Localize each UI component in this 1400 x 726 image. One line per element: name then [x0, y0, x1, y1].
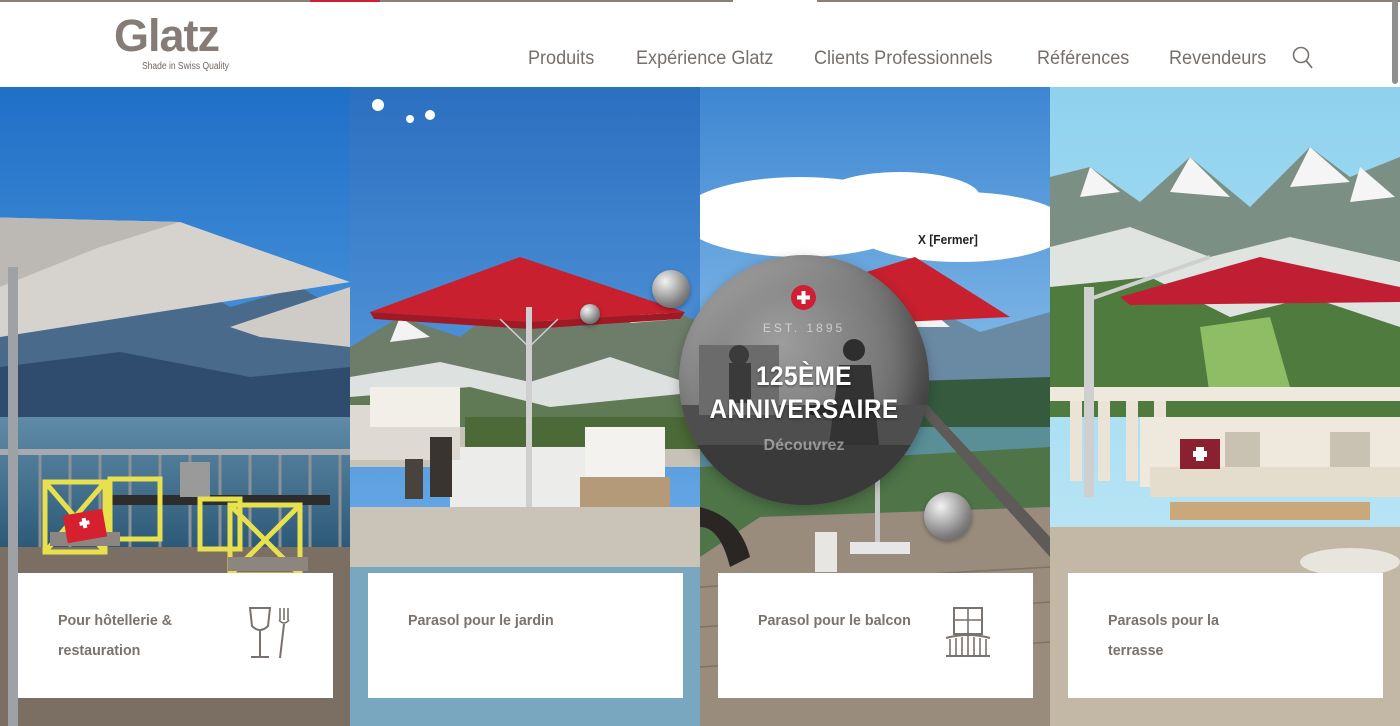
anniversary-bubble[interactable]: EST. 1895 125ÈME ANNIVERSAIRE Découvrez	[679, 255, 929, 505]
site-header: Glatz Shade in Swiss Quality Produits Ex…	[0, 0, 1400, 87]
nav-item-produits[interactable]: Produits	[528, 48, 594, 70]
card-terrasse[interactable]: Parasols pour la terrasse	[1068, 573, 1383, 698]
balcony-icon	[945, 607, 991, 657]
card-balcon-label: Parasol pour le balcon	[758, 612, 911, 629]
panel-jardin[interactable]: Parasol pour le jardin	[350, 87, 700, 726]
card-jardin[interactable]: Parasol pour le jardin	[368, 573, 683, 698]
nav-item-revendeurs[interactable]: Revendeurs	[1169, 48, 1266, 70]
nav-item-clients-professionnels[interactable]: Clients Professionnels	[814, 48, 993, 70]
anniversary-title-line1: 125ÈME	[756, 361, 852, 391]
panel-terrasse[interactable]: Parasols pour la terrasse	[1050, 87, 1400, 726]
card-balcon[interactable]: Parasol pour le balcon	[718, 573, 1033, 698]
anniversary-est-label: EST. 1895	[762, 321, 846, 335]
wine-glass-fork-icon	[248, 607, 290, 659]
panel-hotellerie[interactable]: Pour hôtellerie & restauration	[0, 87, 350, 726]
top-accent-line	[380, 0, 733, 2]
search-icon[interactable]	[1292, 46, 1314, 70]
anniversary-title-line2: ANNIVERSAIRE	[709, 394, 899, 424]
nav-item-references[interactable]: Références	[1037, 48, 1129, 70]
decorative-orb	[580, 304, 600, 324]
page: Glatz Shade in Swiss Quality Produits Ex…	[0, 0, 1400, 726]
decorative-orb	[924, 492, 972, 540]
page-scrollbar[interactable]	[1392, 0, 1398, 84]
top-accent-line-red	[310, 0, 380, 2]
anniversary-title: 125ÈME ANNIVERSAIRE	[692, 360, 917, 426]
top-accent-line	[0, 0, 310, 2]
top-accent-line	[817, 0, 1400, 2]
card-terrasse-label: Parasols pour la terrasse	[1108, 612, 1219, 659]
card-hotellerie[interactable]: Pour hôtellerie & restauration	[18, 573, 333, 698]
main-nav: Produits Expérience Glatz Clients Profes…	[0, 44, 1400, 72]
nav-item-experience-glatz[interactable]: Expérience Glatz	[636, 48, 773, 70]
decorative-orb	[652, 270, 690, 308]
card-hotellerie-label: Pour hôtellerie & restauration	[58, 612, 173, 659]
card-jardin-label: Parasol pour le jardin	[408, 612, 554, 629]
close-anniversary-button[interactable]: X [Fermer]	[918, 232, 978, 247]
swiss-cross-icon	[791, 285, 816, 310]
anniversary-discover-link[interactable]: Découvrez	[679, 437, 929, 455]
